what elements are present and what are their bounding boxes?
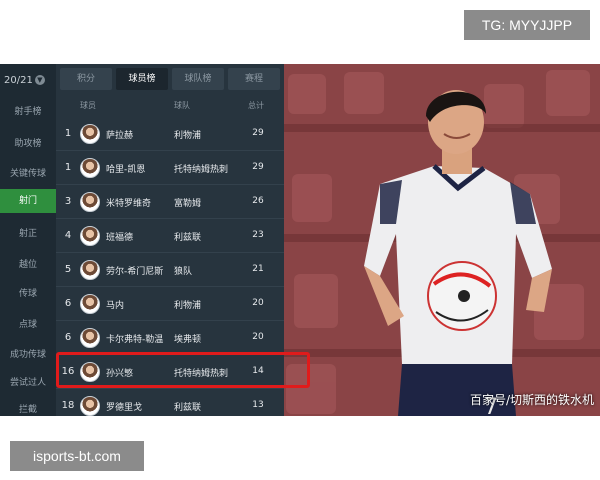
photo-caption: 百家号/切斯西的铁水机 <box>469 393 594 407</box>
sidebar-item-penalties[interactable]: 点球 <box>0 317 56 330</box>
player-name-cell: 劳尔-希门尼斯 <box>106 267 164 277</box>
row-divider <box>56 388 284 389</box>
player-avatar <box>80 124 100 144</box>
rank-cell: 18 <box>61 400 75 411</box>
player-avatar <box>80 294 100 314</box>
team-cell: 利兹联 <box>174 403 202 413</box>
player-avatar <box>80 192 100 212</box>
player-photo: 7 百家号/切斯西的铁水机 <box>284 64 600 416</box>
app-screenshot: 20/21 ▼ 射手榜 助攻榜 关键传球 射门 射正 越位 传球 点球 成功传球 … <box>0 64 600 416</box>
team-cell: 利物浦 <box>174 301 202 311</box>
column-header-total: 总计 <box>248 101 264 110</box>
tab-player-ranking[interactable]: 球员榜 <box>116 68 168 90</box>
sidebar-item-dribbles[interactable]: 尝试过人 <box>0 375 56 388</box>
team-cell: 狼队 <box>174 267 193 277</box>
row-divider <box>56 150 284 151</box>
player-name-cell: 米特罗维奇 <box>106 199 152 209</box>
rank-cell: 1 <box>64 162 72 173</box>
total-cell: 26 <box>252 196 264 206</box>
row-divider <box>56 184 284 185</box>
rank-cell: 6 <box>64 332 72 343</box>
highlight-box <box>56 352 310 388</box>
total-cell: 20 <box>252 298 264 308</box>
sidebar-item-shots-on-target[interactable]: 射正 <box>0 226 56 239</box>
player-name-cell: 萨拉赫 <box>106 131 134 141</box>
team-cell: 利兹联 <box>174 233 202 243</box>
sidebar-item-passes[interactable]: 传球 <box>0 286 56 299</box>
total-cell: 21 <box>252 264 264 274</box>
player-avatar <box>80 158 100 178</box>
table-row[interactable]: 1 哈里-凯恩 托特纳姆热刺 29 <box>56 152 284 184</box>
table-row[interactable]: 18 罗德里戈 利兹联 13 <box>56 390 284 416</box>
column-header-team: 球队 <box>174 101 190 110</box>
sidebar-item-shots[interactable]: 射门 <box>0 189 56 213</box>
sidebar-item-offsides[interactable]: 越位 <box>0 257 56 270</box>
sidebar-item-key-passes[interactable]: 关键传球 <box>0 166 56 179</box>
team-cell: 利物浦 <box>174 131 202 141</box>
table-row[interactable]: 6 卡尔弗特-勒温 埃弗顿 20 <box>56 322 284 354</box>
table-row[interactable]: 4 班福德 利兹联 23 <box>56 220 284 252</box>
player-name-cell: 卡尔弗特-勒温 <box>106 335 164 345</box>
team-cell: 埃弗顿 <box>174 335 202 345</box>
table-row[interactable]: 3 米特罗维奇 富勒姆 26 <box>56 186 284 218</box>
total-cell: 23 <box>252 230 264 240</box>
player-name-cell: 哈里-凯恩 <box>106 165 146 175</box>
player-avatar <box>80 226 100 246</box>
player-name-cell: 罗德里戈 <box>106 403 143 413</box>
sidebar-item-successful-passes[interactable]: 成功传球 <box>0 347 56 360</box>
player-name-cell: 马内 <box>106 301 125 311</box>
sidebar-item-assists[interactable]: 助攻榜 <box>0 136 56 149</box>
table-row[interactable]: 5 劳尔-希门尼斯 狼队 21 <box>56 254 284 286</box>
row-divider <box>56 252 284 253</box>
total-cell: 29 <box>252 162 264 172</box>
sidebar-item-interceptions[interactable]: 拦截 <box>0 402 56 415</box>
stats-category-sidebar: 20/21 ▼ 射手榜 助攻榜 关键传球 射门 射正 越位 传球 点球 成功传球 … <box>0 64 56 416</box>
tab-bar: 积分 球员榜 球队榜 赛程 <box>60 68 280 90</box>
stadium-photo-illustration: 7 <box>284 64 600 416</box>
row-divider <box>56 320 284 321</box>
tab-team-ranking[interactable]: 球队榜 <box>172 68 224 90</box>
season-selector[interactable]: 20/21 ▼ <box>4 70 45 92</box>
table-row[interactable]: 6 马内 利物浦 20 <box>56 288 284 320</box>
rank-cell: 6 <box>64 298 72 309</box>
tab-schedule[interactable]: 赛程 <box>228 68 280 90</box>
player-avatar <box>80 328 100 348</box>
season-label: 20/21 <box>4 75 33 86</box>
total-cell: 29 <box>252 128 264 138</box>
tg-label: TG: MYYJJPP <box>464 10 590 40</box>
team-cell: 富勒姆 <box>174 199 202 209</box>
rank-cell: 3 <box>64 196 72 207</box>
rank-cell: 1 <box>64 128 72 139</box>
row-divider <box>56 286 284 287</box>
chevron-down-icon: ▼ <box>34 75 45 85</box>
player-avatar <box>80 396 100 416</box>
total-cell: 20 <box>252 332 264 342</box>
table-row[interactable]: 1 萨拉赫 利物浦 29 <box>56 118 284 150</box>
player-name-cell: 班福德 <box>106 233 134 243</box>
total-cell: 13 <box>252 400 264 410</box>
rank-cell: 5 <box>64 264 72 275</box>
sidebar-item-scorers[interactable]: 射手榜 <box>0 104 56 117</box>
player-avatar <box>80 260 100 280</box>
row-divider <box>56 218 284 219</box>
tab-standings[interactable]: 积分 <box>60 68 112 90</box>
team-cell: 托特纳姆热刺 <box>174 165 229 175</box>
rank-cell: 4 <box>64 230 72 241</box>
column-header-player: 球员 <box>80 101 96 110</box>
watermark-label: isports-bt.com <box>10 441 144 471</box>
